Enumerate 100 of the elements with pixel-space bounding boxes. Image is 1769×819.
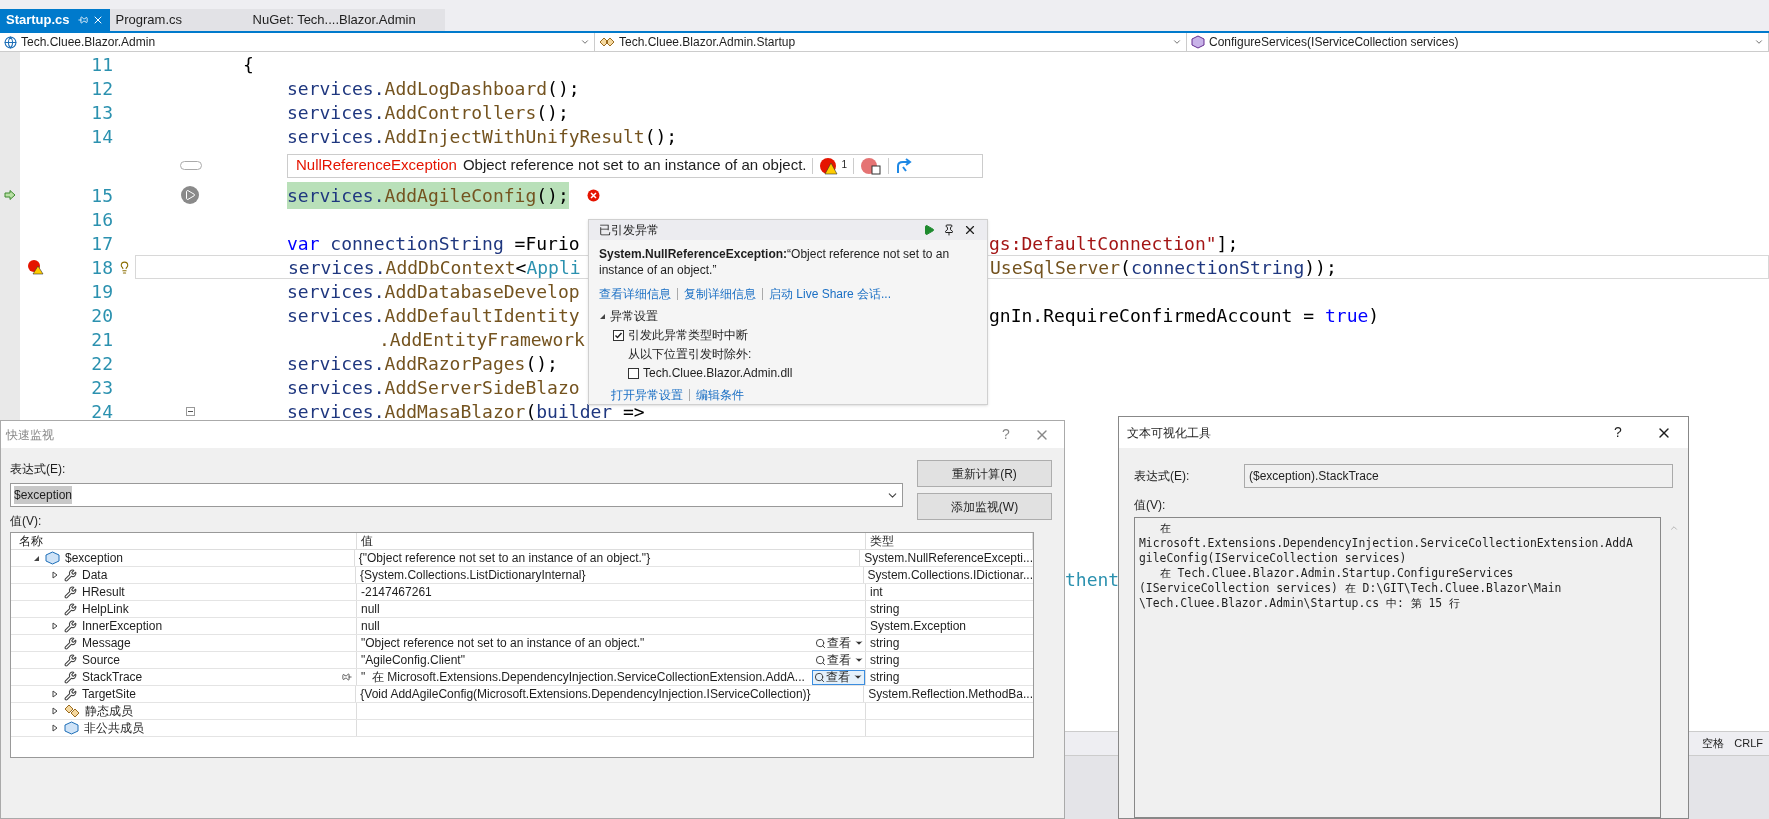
type-cell: string: [870, 670, 900, 684]
view-button[interactable]: 查看: [812, 669, 865, 685]
dropdown-caret-icon: [1172, 37, 1182, 47]
pin-icon[interactable]: [943, 224, 955, 236]
close-icon[interactable]: [963, 223, 977, 237]
status-item[interactable]: CRLF: [1734, 735, 1763, 752]
checkbox-label: 引发此异常类型时中断: [628, 327, 748, 344]
column-header[interactable]: 名称: [11, 533, 357, 549]
name-cell[interactable]: $exception: [65, 551, 124, 565]
dialog-button[interactable]: 添加监视(W): [917, 493, 1052, 520]
collapsed-arrow-icon[interactable]: [52, 622, 58, 630]
name-cell[interactable]: 静态成员: [85, 704, 133, 718]
line-number: 23: [90, 375, 113, 400]
collapsed-arrow-icon[interactable]: [52, 690, 58, 698]
value-cell-text: -2147467261: [360, 585, 432, 599]
column-header[interactable]: 值: [357, 533, 866, 549]
checkbox[interactable]: [613, 329, 624, 341]
search-icon: [815, 637, 826, 649]
code-text: UseSqlServer(connectionString));: [990, 255, 1337, 280]
name-cell[interactable]: Source: [82, 653, 121, 667]
checkbox-label: Tech.Cluee.Blazor.Admin.dll: [643, 365, 793, 382]
collapsed-arrow-icon[interactable]: [52, 571, 58, 579]
line-number: 17: [90, 231, 113, 256]
name-cell[interactable]: Message: [82, 636, 131, 650]
name-cell[interactable]: HelpLink: [82, 602, 129, 616]
value-cell-text: null: [360, 602, 380, 616]
column-header[interactable]: 类型: [866, 533, 1033, 549]
run-to-click-icon[interactable]: [181, 186, 199, 204]
section-label: 从以下位置引发时除外:: [627, 346, 753, 363]
exception-count: 1: [841, 157, 848, 172]
name-cell[interactable]: StackTrace: [82, 670, 143, 684]
code-text: services.AddDbContext<Appli: [288, 255, 581, 280]
view-button[interactable]: 查看: [814, 652, 865, 668]
name-cell[interactable]: HResult: [82, 585, 125, 599]
name-cell[interactable]: InnerException: [82, 619, 163, 633]
value-cell-text: "AgileConfig.Client": [360, 653, 465, 667]
exception-type[interactable]: NullReferenceException: [296, 154, 457, 177]
exception-warning-icon[interactable]: [819, 156, 840, 175]
dropdown-caret-icon: [580, 37, 590, 47]
popup-link[interactable]: 查看详细信息: [599, 285, 671, 303]
popup-link[interactable]: 启动 Live Share 会话...: [769, 285, 892, 303]
popup-link[interactable]: 复制详细信息: [684, 285, 756, 303]
wrench-icon: [64, 670, 77, 684]
popup-title: 已引发异常: [599, 222, 660, 239]
line-number: 24: [90, 399, 113, 424]
expanded-arrow-icon[interactable]: [32, 554, 40, 562]
breakpoint-warning-icon[interactable]: [26, 259, 44, 275]
dialog-title: 快速监视: [6, 426, 55, 444]
expression-field[interactable]: ($exception).StackTrace: [1244, 464, 1673, 488]
popup-link[interactable]: 编辑条件: [696, 386, 744, 404]
document-tab[interactable]: NuGet: Tech....Blazor.Admin: [222, 9, 445, 31]
type-cell: int: [870, 585, 883, 599]
expression-combobox[interactable]: $exception: [10, 483, 903, 507]
help-button[interactable]: ?: [986, 424, 1026, 445]
type-cell: string: [870, 653, 900, 667]
code-text: services.AddServerSideBlazo: [287, 375, 580, 400]
exception-description: System.NullReferenceException:“Object reference not set to an instance of an object.”: [599, 246, 951, 278]
help-button[interactable]: ?: [1598, 422, 1638, 443]
checkbox[interactable]: [628, 367, 639, 379]
view-button[interactable]: 查看: [814, 635, 865, 651]
type-cell: System.Reflection.MethodBa...: [868, 687, 1033, 701]
collapse-icon[interactable]: [185, 406, 195, 416]
value-cell-text: {"Object reference not set to an instance of an object."}: [357, 551, 651, 565]
expanded-arrow-icon[interactable]: [599, 312, 606, 320]
collapsed-arrow-icon[interactable]: [52, 724, 58, 732]
collapsed-arrow-icon[interactable]: [52, 707, 58, 715]
document-tab[interactable]: Program.cs: [109, 9, 223, 31]
value-text-area[interactable]: 在 Microsoft.Extensions.DependencyInjection.ServiceCollectionExtension.AddA gileConfig(IServiceCollection services) 在 Tech.Cluee.Blazor.Admin.Startup.ConfigureServices (IServiceCollection services) 在 D:\GIT\Tech.Cluee.Blazor\Main \Tech.Cluee.Blazor.Admin\Startup.cs 中: 第 15 行: [1134, 517, 1661, 818]
exception-message: Object reference not set to an instance of an object.: [462, 155, 807, 176]
navigation-dropdown[interactable]: Tech.Cluee.Blazor.Admin: [0, 33, 595, 51]
name-cell[interactable]: Data: [82, 568, 108, 582]
line-number: 13: [90, 100, 113, 125]
name-cell[interactable]: 非公共成员: [84, 721, 144, 735]
line-number: 19: [90, 279, 113, 304]
wrench-icon: [64, 636, 77, 650]
cube-icon: [1191, 35, 1205, 49]
status-item[interactable]: 空格: [1702, 735, 1725, 752]
code-text: services.AddInjectWithUnifyResult();: [287, 124, 678, 149]
code-text: .AddEntityFramework: [379, 327, 585, 352]
breakpoint-settings-icon[interactable]: [860, 156, 883, 175]
field-label: 表达式(E):: [1134, 468, 1191, 485]
navigation-dropdown[interactable]: ConfigureServices(IServiceCollection services): [1187, 33, 1769, 51]
static-members-icon: [64, 704, 80, 718]
navigation-dropdown[interactable]: Tech.Cluee.Blazor.Admin.Startup: [595, 33, 1187, 51]
wrench-icon: [64, 653, 77, 667]
line-number: 15: [90, 183, 113, 208]
line-number: 12: [90, 76, 113, 101]
dialog-title: 文本可视化工具: [1127, 424, 1212, 442]
field-label: 值(V):: [1133, 497, 1167, 514]
dialog-button[interactable]: 重新计算(R): [917, 460, 1052, 487]
play-icon[interactable]: [923, 224, 935, 236]
line-number: 20: [90, 303, 113, 328]
field-label: 表达式(E):: [10, 461, 67, 478]
line-number: 11: [90, 52, 113, 77]
code-text: gs:DefaultConnection"];: [989, 231, 1239, 256]
name-cell[interactable]: TargetSite: [82, 687, 137, 701]
search-icon: [814, 671, 825, 683]
type-cell: System.Exception: [870, 619, 967, 633]
value-cell-text: null: [360, 619, 380, 633]
dropdown-caret-icon: [1754, 37, 1764, 47]
